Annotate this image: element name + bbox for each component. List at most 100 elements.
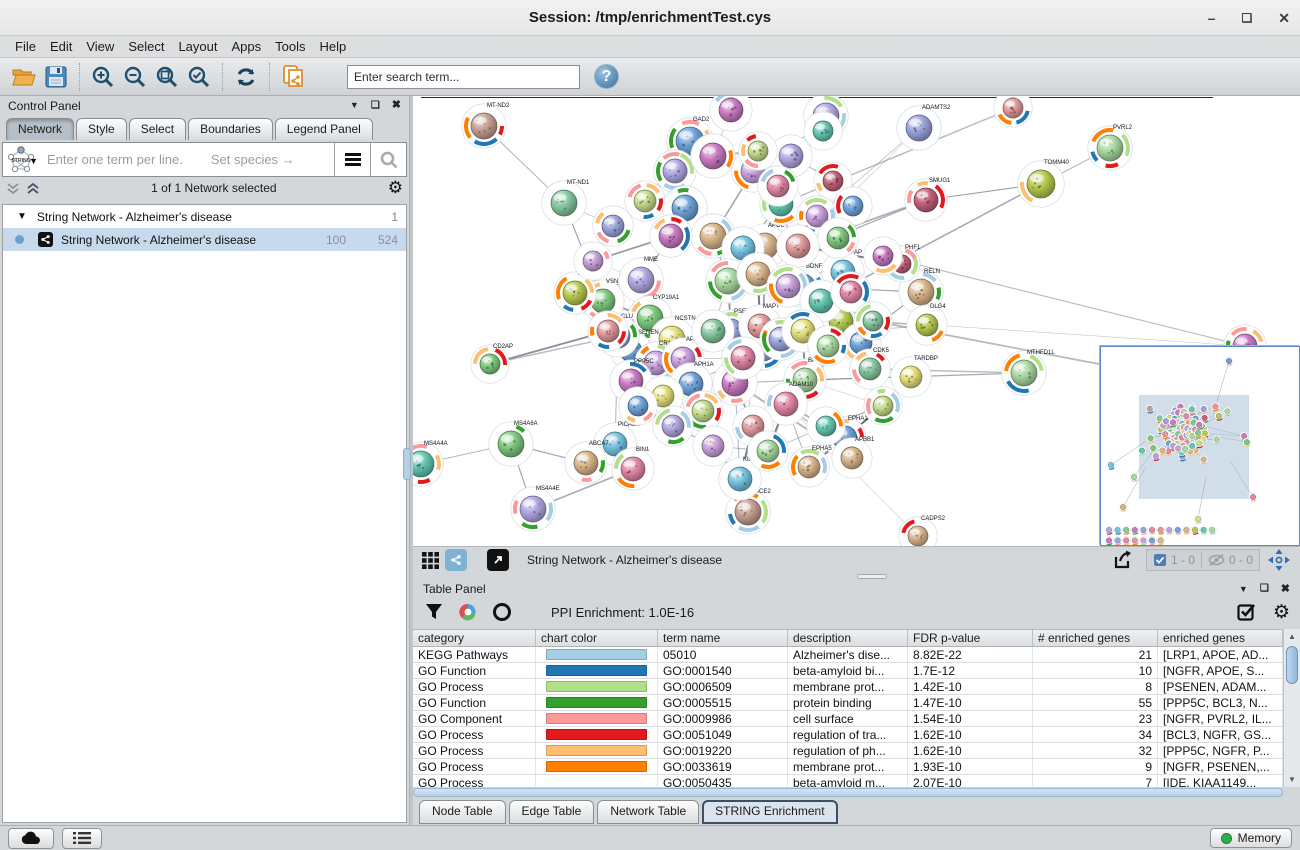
string-options-icon[interactable] <box>334 143 370 176</box>
network-node-smug1[interactable]: SMUG1 <box>905 178 951 221</box>
network-node[interactable] <box>808 326 848 366</box>
network-node[interactable] <box>804 112 842 150</box>
network-node-bin1[interactable]: BIN1 <box>612 447 654 490</box>
splitter-grip[interactable] <box>403 448 411 480</box>
export-network-icon[interactable] <box>1112 549 1134 571</box>
network-node-mt-nd2[interactable]: MT-ND2 <box>462 103 510 148</box>
zoom-fit-icon[interactable] <box>152 62 182 92</box>
zoom-in-icon[interactable] <box>88 62 118 92</box>
task-history-icon[interactable] <box>62 828 102 849</box>
tab-network-table[interactable]: Network Table <box>597 800 699 824</box>
select-terms-icon[interactable] <box>1237 602 1257 622</box>
panel-float-icon[interactable]: ❑ <box>371 101 380 111</box>
tab-edge-table[interactable]: Edge Table <box>509 800 595 824</box>
column-header--enriched-genes[interactable]: # enriched genes <box>1033 630 1158 646</box>
network-node-tardbp[interactable]: TARDBP <box>891 356 938 397</box>
save-session-icon[interactable] <box>41 62 71 92</box>
string-query-placeholder[interactable]: Enter one term per line. <box>47 152 183 167</box>
network-node[interactable] <box>653 406 693 446</box>
network-collection-row[interactable]: ▼ String Network - Alzheimer's disease 1 <box>3 205 406 228</box>
network-node-pvrl2[interactable]: PVRL2 <box>1088 125 1133 170</box>
chart-settings-icon[interactable] <box>457 601 479 623</box>
set-species-label[interactable]: Set species → <box>211 152 295 167</box>
network-node[interactable] <box>864 387 902 425</box>
menu-item-help[interactable]: Help <box>313 37 354 56</box>
menu-item-edit[interactable]: Edit <box>43 37 79 56</box>
network-node[interactable] <box>625 181 665 221</box>
open-session-icon[interactable] <box>9 62 39 92</box>
column-header-enriched-genes[interactable]: enriched genes <box>1158 630 1283 646</box>
network-node[interactable] <box>758 166 798 206</box>
close-icon[interactable]: ✕ <box>1278 11 1290 25</box>
network-node[interactable] <box>574 242 612 280</box>
collection-expand-icon[interactable]: ▼ <box>17 211 27 222</box>
tab-select[interactable]: Select <box>129 118 186 140</box>
menu-item-view[interactable]: View <box>79 37 121 56</box>
network-node-mt-nd1[interactable]: MT-ND1 <box>542 180 590 225</box>
grid-view-icon[interactable] <box>419 549 441 571</box>
network-view-icon[interactable] <box>445 549 467 571</box>
table-row[interactable]: GO ProcessGO:0033619membrane prot...1.93… <box>413 759 1283 775</box>
network-node-dlg4[interactable]: DLG4 <box>907 304 947 345</box>
table-panel-close-icon[interactable]: ✖ <box>1281 584 1290 595</box>
column-header-chart-color[interactable]: chart color <box>536 630 658 646</box>
table-horizontal-scrollbar[interactable] <box>413 788 1283 797</box>
cloud-status-icon[interactable] <box>8 828 54 849</box>
birdseye-view[interactable] <box>1100 346 1300 546</box>
table-panel-menu-icon[interactable]: ▼ <box>1239 585 1248 594</box>
tab-boundaries[interactable]: Boundaries <box>188 118 273 140</box>
column-header-description[interactable]: description <box>788 630 908 646</box>
network-node[interactable] <box>722 337 764 379</box>
menu-item-layout[interactable]: Layout <box>171 37 224 56</box>
column-header-term-name[interactable]: term name <box>658 630 788 646</box>
menu-item-apps[interactable]: Apps <box>225 37 269 56</box>
scrollbar-thumb[interactable] <box>1286 646 1298 684</box>
zoom-out-icon[interactable] <box>120 62 150 92</box>
network-node[interactable] <box>994 96 1032 127</box>
network-node-cd2ap[interactable]: CD2AP <box>471 344 513 383</box>
minimize-icon[interactable]: – <box>1208 11 1216 25</box>
search-input[interactable] <box>347 65 580 89</box>
menu-item-select[interactable]: Select <box>121 37 171 56</box>
table-row[interactable]: GO ProcessGO:0051049regulation of tra...… <box>413 727 1283 743</box>
network-node[interactable] <box>650 215 692 257</box>
tab-network[interactable]: Network <box>6 118 74 140</box>
help-icon[interactable]: ? <box>594 64 619 89</box>
filter-enrichment-icon[interactable] <box>423 601 445 623</box>
tab-legend-panel[interactable]: Legend Panel <box>275 118 373 140</box>
string-search-icon[interactable] <box>370 143 406 176</box>
scroll-up-icon[interactable]: ▲ <box>1284 629 1300 644</box>
network-node[interactable] <box>748 431 788 471</box>
string-logo-icon[interactable]: STRING ▼ <box>3 143 39 176</box>
expand-all-icon[interactable] <box>26 181 40 195</box>
table-row[interactable]: GO ComponentGO:0009986cell surface1.54E-… <box>413 711 1283 727</box>
network-node-tomm40[interactable]: TOMM40 <box>1018 160 1070 207</box>
network-node-adamts2[interactable]: ADAMTS2 <box>897 105 951 150</box>
table-row[interactable]: GO ProcessGO:0006509membrane prot...1.42… <box>413 679 1283 695</box>
copy-network-icon[interactable] <box>278 62 308 92</box>
table-panel-float-icon[interactable]: ❑ <box>1260 584 1269 594</box>
column-header-fdr-p-value[interactable]: FDR p-value <box>908 630 1033 646</box>
column-header-category[interactable]: category <box>413 630 536 646</box>
network-node[interactable] <box>693 426 733 466</box>
network-node-ms4a6a[interactable]: MS4A6A <box>489 421 538 466</box>
table-row[interactable]: GO FunctionGO:0001540beta-amyloid bi...1… <box>413 663 1283 679</box>
network-node[interactable] <box>710 96 752 131</box>
network-node-apbb1[interactable]: APBB1 <box>832 437 875 478</box>
network-node-cadps2[interactable]: CADPS2 <box>899 516 946 546</box>
panel-menu-icon[interactable]: ▼ <box>350 101 359 110</box>
network-node[interactable] <box>777 225 819 267</box>
zoom-selected-icon[interactable] <box>184 62 214 92</box>
network-node[interactable] <box>593 206 633 246</box>
tab-string-enrichment[interactable]: STRING Enrichment <box>702 800 837 824</box>
network-node[interactable] <box>739 132 777 170</box>
refresh-icon[interactable] <box>231 62 261 92</box>
network-node[interactable] <box>807 407 845 445</box>
tab-node-table[interactable]: Node Table <box>419 800 506 824</box>
network-node[interactable] <box>864 237 902 275</box>
network-node[interactable] <box>588 311 628 351</box>
table-row[interactable]: GO ProcessGO:0019220regulation of ph...1… <box>413 743 1283 759</box>
enrichment-settings-gear-icon[interactable]: ⚙ <box>1273 603 1290 622</box>
tab-style[interactable]: Style <box>76 118 127 140</box>
menu-item-file[interactable]: File <box>8 37 43 56</box>
